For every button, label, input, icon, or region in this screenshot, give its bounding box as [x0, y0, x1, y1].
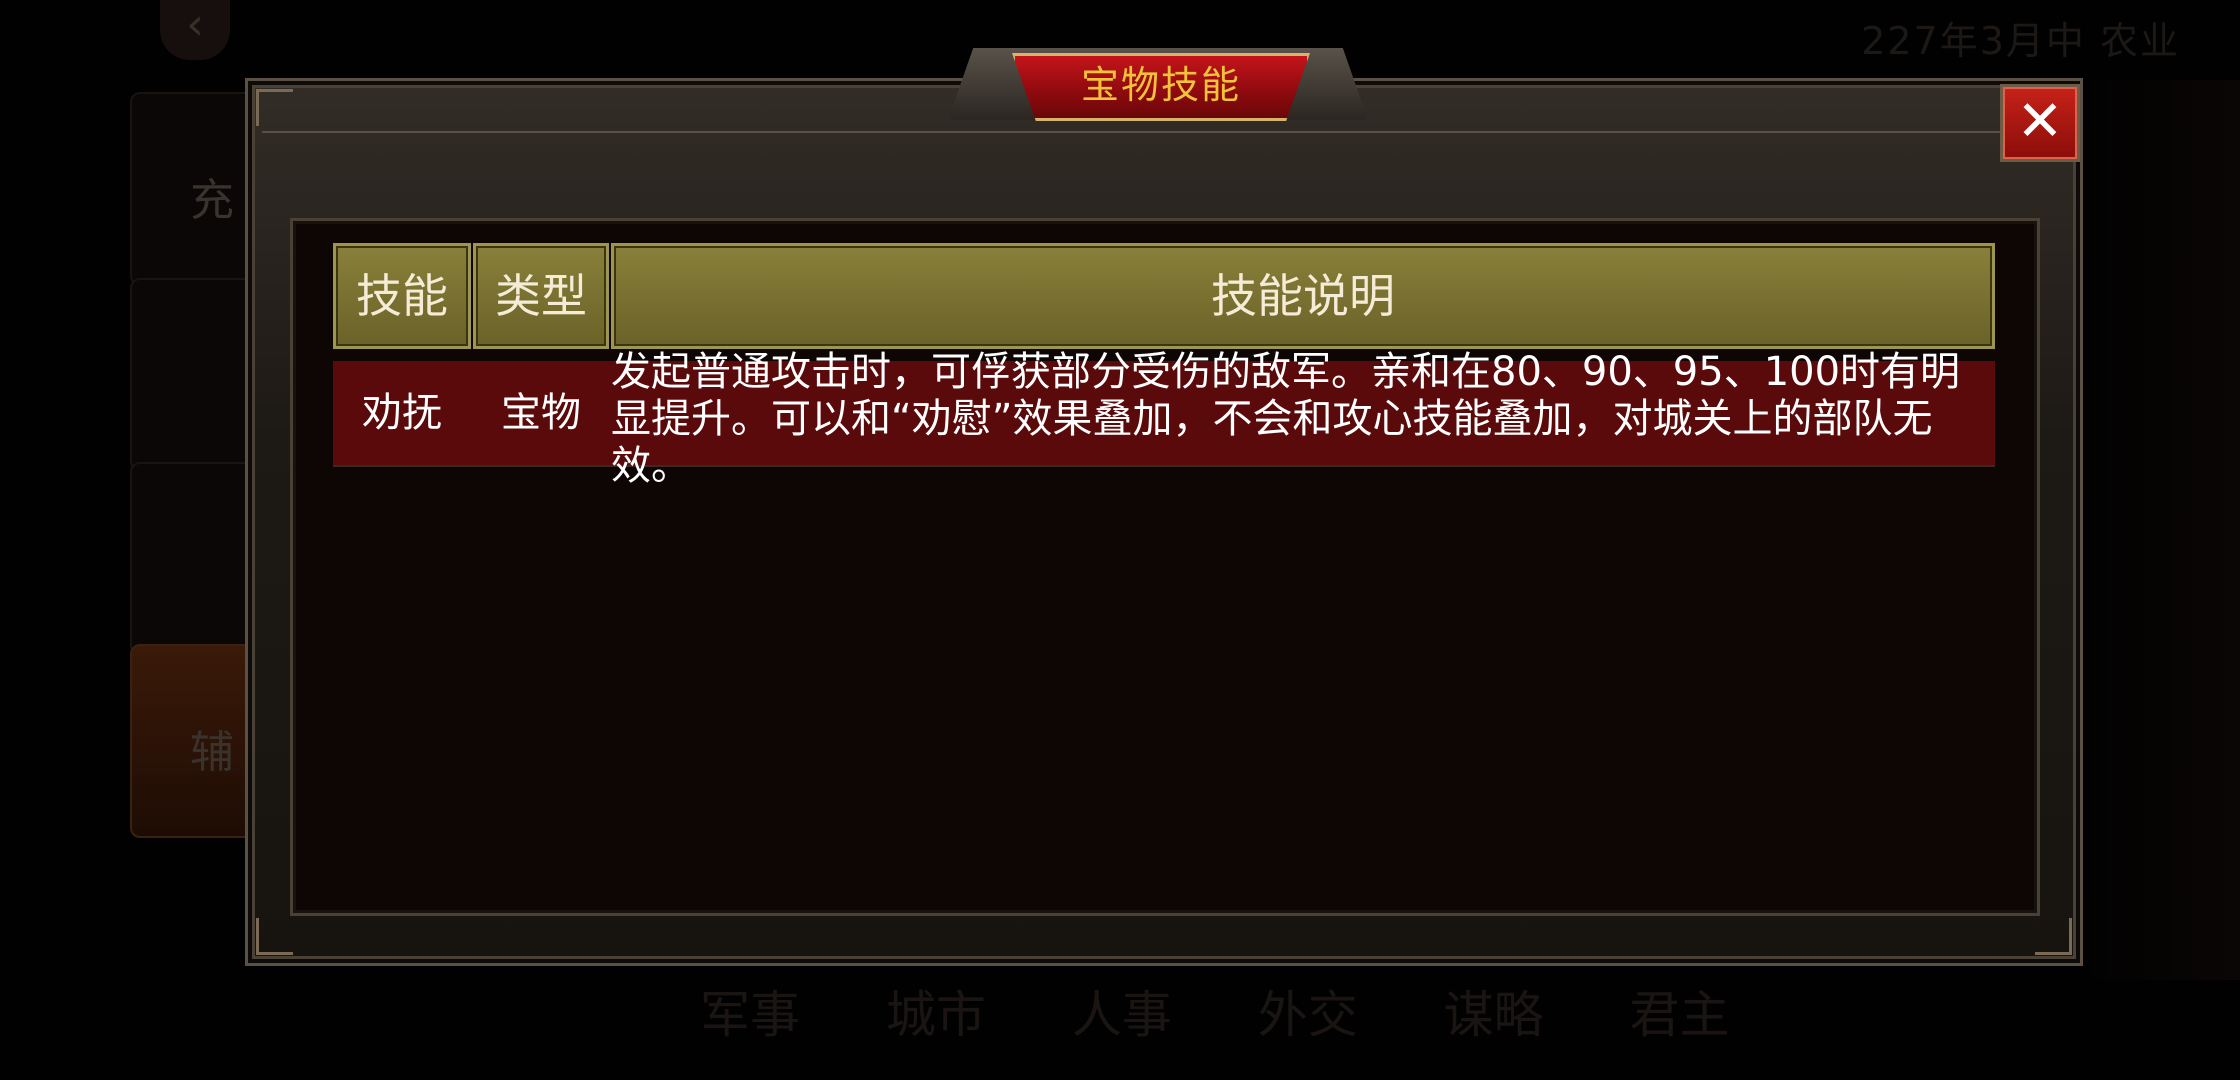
skill-table-panel: 技能 类型 技能说明 劝抚 宝物 发起普通攻击时，可俘获部分受伤的敌军。亲和在8… [290, 218, 2040, 916]
close-icon: ✕ [2016, 89, 2064, 154]
back-arrow-icon: ‹ [160, 0, 230, 60]
corner-ornament-icon [256, 918, 293, 955]
close-button[interactable]: ✕ [2000, 84, 2080, 162]
corner-ornament-icon [256, 89, 293, 126]
background-right-panel [2080, 80, 2240, 980]
skill-description: 发起普通攻击时，可俘获部分受伤的敌军。亲和在80、90、95、100时有明显提升… [611, 349, 1961, 489]
background-side-button: 充 [130, 92, 254, 286]
dialog-title: 宝物技能 [1012, 53, 1310, 121]
background-side-button [130, 278, 254, 472]
header-skill: 技能 [333, 243, 471, 349]
skill-type: 宝物 [501, 390, 581, 436]
table-row[interactable]: 劝抚 宝物 发起普通攻击时，可俘获部分受伤的敌军。亲和在80、90、95、100… [333, 349, 1995, 489]
skill-name: 劝抚 [362, 390, 442, 436]
game-screen: ‹ 227年3月中 农业 充 辅 军事 城市 人事 外交 谋略 君主 宝物技能 … [0, 0, 2240, 1080]
header-type: 类型 [473, 243, 609, 349]
background-side-button [130, 462, 254, 656]
header-description: 技能说明 [611, 243, 1995, 349]
background-bottom-tabs: 军事 城市 人事 外交 谋略 君主 [700, 986, 1730, 1044]
dialog-divider [262, 131, 2066, 133]
corner-ornament-icon [2035, 918, 2072, 955]
background-date: 227年3月中 农业 [1861, 19, 2180, 63]
background-side-button: 辅 [130, 644, 254, 838]
